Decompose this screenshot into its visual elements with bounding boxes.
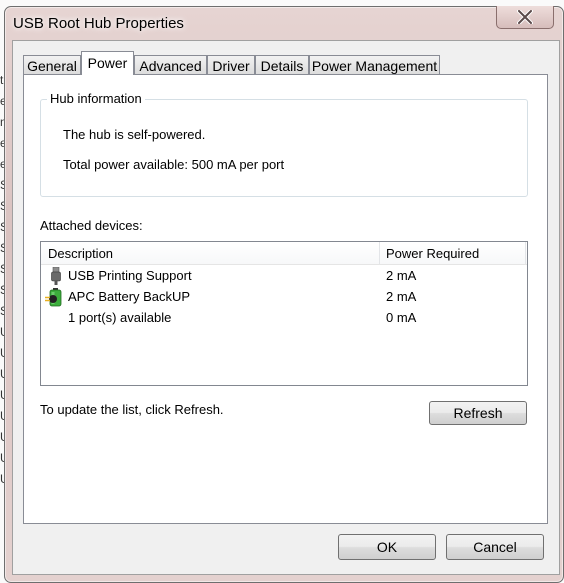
device-description: 1 port(s) available — [68, 310, 172, 325]
hub-information-group: Hub information The hub is self-powered.… — [40, 91, 528, 197]
column-header-power-required[interactable]: Power Required — [386, 246, 479, 261]
list-item[interactable]: USB Printing Support 2 mA — [41, 266, 527, 287]
device-description: USB Printing Support — [68, 268, 192, 283]
column-header-description[interactable]: Description — [48, 246, 113, 261]
device-power: 2 mA — [386, 289, 417, 304]
hub-information-title: Hub information — [47, 91, 145, 106]
device-power: 0 mA — [386, 310, 417, 325]
self-powered-text: The hub is self-powered. — [63, 127, 206, 142]
power-tab-panel: Hub information The hub is self-powered.… — [23, 74, 548, 524]
tab-driver[interactable]: Driver — [207, 55, 255, 74]
device-power: 2 mA — [386, 268, 417, 283]
tab-general[interactable]: General — [23, 55, 81, 74]
device-description: APC Battery BackUP — [68, 289, 191, 304]
list-header: Description Power Required — [41, 242, 527, 265]
battery-backup-icon — [45, 288, 62, 307]
tab-power-management[interactable]: Power Management — [309, 55, 440, 74]
attached-devices-list[interactable]: Description Power Required USB Printing … — [40, 241, 528, 386]
total-power-text: Total power available: 500 mA per port — [63, 157, 285, 172]
window-title: USB Root Hub Properties — [13, 15, 184, 32]
tab-details[interactable]: Details — [255, 55, 309, 74]
close-button[interactable] — [496, 6, 554, 29]
refresh-hint: To update the list, click Refresh. — [40, 402, 224, 417]
ok-button[interactable]: OK — [338, 534, 436, 560]
column-separator[interactable] — [525, 242, 526, 264]
column-separator[interactable] — [379, 242, 380, 264]
usb-plug-icon — [51, 267, 61, 285]
cancel-button[interactable]: Cancel — [446, 534, 544, 560]
list-item[interactable]: APC Battery BackUP 2 mA — [41, 287, 527, 308]
close-icon — [517, 10, 533, 24]
dialog-client: General Power Advanced Driver Details Po… — [12, 40, 560, 575]
attached-devices-label: Attached devices: — [40, 218, 143, 233]
tab-advanced[interactable]: Advanced — [134, 55, 207, 74]
tab-power[interactable]: Power — [81, 51, 134, 75]
refresh-button[interactable]: Refresh — [429, 401, 527, 425]
list-item[interactable]: 1 port(s) available 0 mA — [41, 308, 527, 329]
